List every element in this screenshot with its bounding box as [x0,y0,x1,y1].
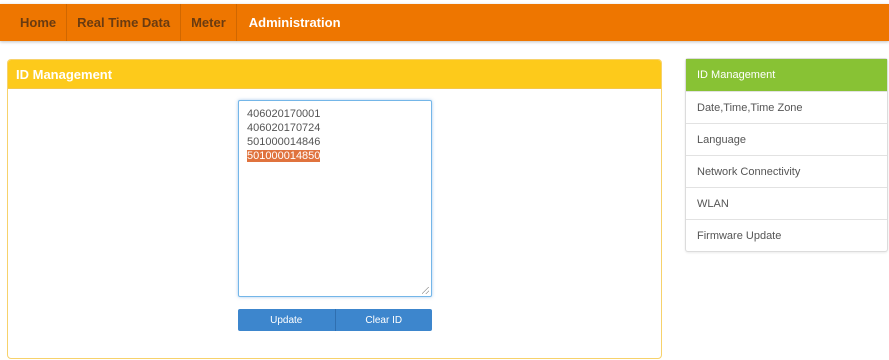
admin-side-menu: ID Management Date,Time,Time Zone Langua… [685,58,888,252]
sidebar-item-id-management[interactable]: ID Management [686,59,887,91]
nav-home[interactable]: Home [0,4,68,41]
main-nav: Home Real Time Data Meter Administration [0,4,351,41]
id-management-panel: ID Management 406020170001 406020170724 … [7,59,662,359]
panel-title: ID Management [8,60,661,89]
sidebar-item-date-time[interactable]: Date,Time,Time Zone [686,91,887,123]
update-button[interactable]: Update [238,309,335,331]
sidebar-item-wlan[interactable]: WLAN [686,187,887,219]
sidebar-item-firmware-update[interactable]: Firmware Update [686,219,887,251]
action-button-group: Update Clear ID [238,309,432,331]
resize-grip-icon[interactable] [422,287,429,294]
nav-real-time-data[interactable]: Real Time Data [67,4,182,41]
id-entry: 406020170001 [247,108,321,120]
sidebar-item-language[interactable]: Language [686,123,887,155]
id-list-textarea[interactable]: 406020170001 406020170724 501000014846 5… [238,100,432,297]
sidebar-item-network[interactable]: Network Connectivity [686,155,887,187]
id-entry-selected: 501000014850 [247,149,431,163]
id-entry: 501000014846 [247,136,321,148]
nav-meter[interactable]: Meter [181,4,237,41]
top-nav-bar: Home Real Time Data Meter Administration [0,4,889,41]
nav-administration[interactable]: Administration [237,4,351,41]
id-entry: 406020170724 [247,122,321,134]
clear-id-button[interactable]: Clear ID [334,309,432,331]
selected-id-text: 501000014850 [247,150,321,162]
